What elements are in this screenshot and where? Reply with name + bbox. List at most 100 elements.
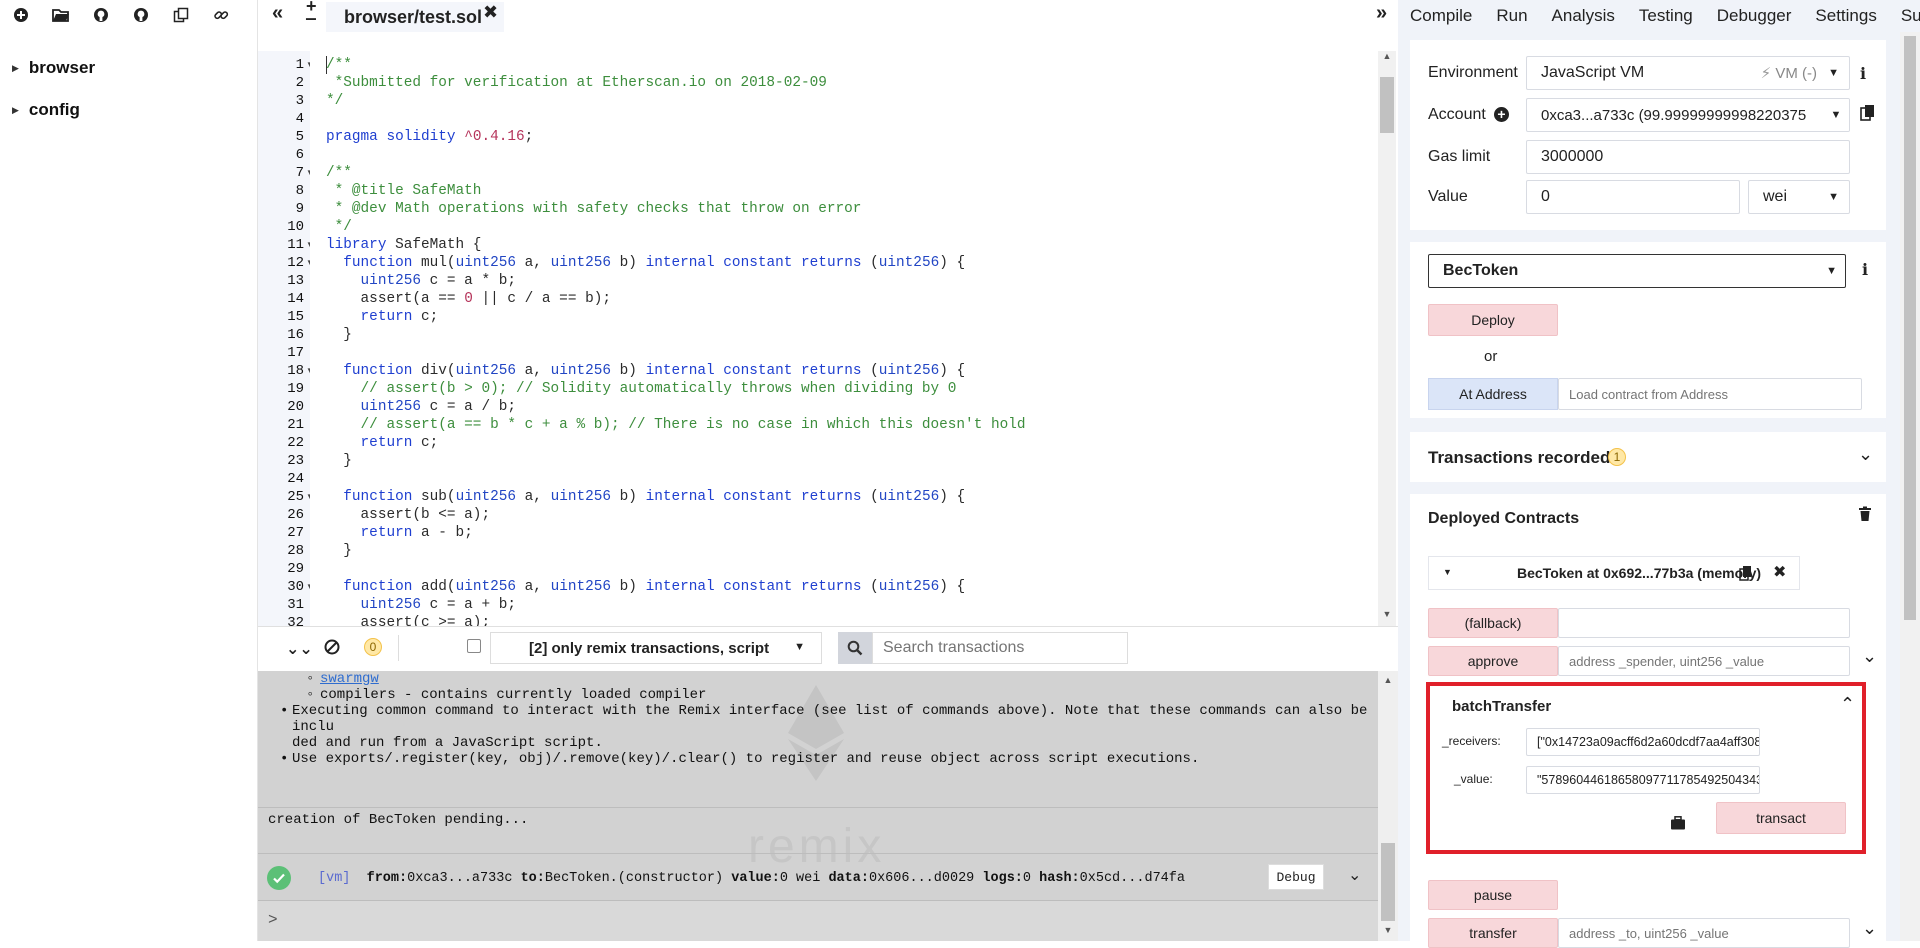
value-input[interactable]: 0 <box>1526 180 1740 214</box>
caret-right-icon: ▶ <box>12 62 19 73</box>
clipboard-briefcase-icon[interactable] <box>1670 816 1686 830</box>
tx-data: 0x606...d0029 <box>868 871 975 886</box>
transfer-input[interactable] <box>1558 918 1850 948</box>
deploy-button[interactable]: Deploy <box>1428 304 1558 336</box>
line-number: 4 <box>295 111 304 127</box>
receivers-input[interactable]: ["0x14723a09acff6d2a60dcdf7aa4aff308fddc… <box>1526 728 1760 756</box>
value-unit-select[interactable]: wei ▼ <box>1748 180 1850 214</box>
info-icon[interactable]: i <box>1860 64 1866 83</box>
contract-select[interactable]: BecToken ▼ <box>1428 254 1846 288</box>
value-param-input[interactable]: "578960446186580977117854925043439539266… <box>1526 766 1760 794</box>
tx-from: 0xca3...a733c <box>407 871 513 886</box>
terminal-scrollbar[interactable]: ▲ ▼ <box>1378 671 1398 941</box>
clear-console-icon[interactable] <box>324 639 340 655</box>
tab-debugger[interactable]: Debugger <box>1705 0 1804 32</box>
account-value: 0xca3...a733c (99.99999999998220375 <box>1541 106 1807 124</box>
transactions-recorded-card[interactable]: Transactions recorded: 1 ⌄ <box>1410 432 1886 482</box>
debug-button[interactable]: Debug <box>1268 864 1324 890</box>
github-gist-icon[interactable] <box>132 6 150 24</box>
chevron-down-icon[interactable]: ⌄ <box>1348 865 1361 885</box>
create-file-icon[interactable] <box>12 6 30 24</box>
close-instance-icon[interactable]: ✖ <box>1773 562 1786 582</box>
scroll-down-icon[interactable]: ▼ <box>1378 925 1398 935</box>
transact-button[interactable]: transact <box>1716 802 1846 834</box>
gas-limit-input[interactable]: 3000000 <box>1526 140 1850 174</box>
copy-address-icon[interactable] <box>1739 565 1753 581</box>
contract-instance-header[interactable]: ▼ BecToken at 0x692...77b3a (memory) ✖ <box>1428 556 1800 590</box>
close-tab-icon[interactable]: ✖ <box>483 2 498 23</box>
search-icon[interactable] <box>838 632 872 664</box>
code-editor[interactable]: /** *Submitted for verification at Ether… <box>310 51 1378 626</box>
right-scrollbar[interactable] <box>1900 32 1920 941</box>
approve-button[interactable]: approve <box>1428 646 1558 676</box>
line-number: 30 <box>287 579 304 595</box>
editor-scrollbar[interactable]: ▲ ▼ <box>1378 51 1396 626</box>
tab-settings[interactable]: Settings <box>1803 0 1888 32</box>
tx-recorded-badge: 1 <box>1608 448 1626 466</box>
tree-folder-browser[interactable]: ▶ browser <box>12 58 95 78</box>
tx-filter-select[interactable]: [2] only remix transactions, script ▼ <box>490 632 822 664</box>
fallback-input[interactable] <box>1558 608 1850 638</box>
pause-button[interactable]: pause <box>1428 880 1558 910</box>
contract-deploy-card: BecToken ▼ i Deploy or At Address <box>1410 242 1886 418</box>
tab-testing[interactable]: Testing <box>1627 0 1705 32</box>
copy-files-icon[interactable] <box>172 6 190 24</box>
approve-input[interactable] <box>1558 646 1850 676</box>
help-line: ded and run from a JavaScript script. <box>292 735 603 751</box>
connect-localhost-icon[interactable] <box>212 6 230 24</box>
prompt-symbol: > <box>268 911 278 929</box>
chevron-down-icon: ▼ <box>794 641 805 653</box>
tx-value: 0 wei <box>779 871 821 886</box>
tree-folder-config[interactable]: ▶ config <box>12 100 80 120</box>
tx-log-row[interactable]: [vm] from:0xca3...a733c to:BecToken.(con… <box>258 854 1378 904</box>
editor-file-tab[interactable]: browser/test.sol ✖ <box>326 2 505 32</box>
github-publish-icon[interactable] <box>92 6 110 24</box>
open-folder-icon[interactable] <box>52 6 70 24</box>
caret-down-icon[interactable]: ▼ <box>1443 567 1452 577</box>
line-number: 29 <box>287 561 304 577</box>
deployed-contracts-title: Deployed Contracts <box>1428 510 1580 527</box>
scroll-down-icon[interactable]: ▼ <box>1378 609 1396 621</box>
line-number: 10 <box>287 219 304 235</box>
scroll-up-icon[interactable]: ▲ <box>1378 51 1396 63</box>
line-number: 27 <box>287 525 304 541</box>
trash-icon[interactable] <box>1858 506 1872 522</box>
chevron-down-icon[interactable]: ⌄ <box>1858 444 1873 465</box>
value-label: Value <box>1428 188 1468 205</box>
swarmgw-link[interactable]: swarmgw <box>320 671 379 687</box>
line-number: 20 <box>287 399 304 415</box>
terminal-toolbar: ⌄⌄ 0 [2] only remix transactions, script… <box>258 626 1398 671</box>
line-number: 23 <box>287 453 304 469</box>
editor-scroll-thumb[interactable] <box>1380 77 1394 133</box>
tab-analysis[interactable]: Analysis <box>1540 0 1627 32</box>
search-transactions-input[interactable] <box>872 632 1128 664</box>
tab-suppo[interactable]: Suppo <box>1889 0 1920 32</box>
collapse-left-icon[interactable]: « <box>272 2 283 25</box>
line-number: 16 <box>287 327 304 343</box>
info-icon[interactable]: i <box>1862 260 1868 279</box>
tab-compile[interactable]: Compile <box>1398 0 1484 32</box>
chevron-up-icon[interactable]: ⌃ <box>1840 694 1855 715</box>
collapse-right-panel-icon[interactable]: » <box>1376 2 1387 25</box>
chevron-down-icon[interactable]: ⌄ <box>1862 918 1877 939</box>
line-number: 18 <box>287 363 304 379</box>
right-scroll-thumb[interactable] <box>1904 36 1916 620</box>
fallback-button[interactable]: (fallback) <box>1428 608 1558 638</box>
terminal-prompt[interactable]: > <box>258 900 1378 941</box>
add-account-icon[interactable]: + <box>1494 107 1509 122</box>
listen-network-checkbox[interactable] <box>467 639 481 653</box>
chevron-down-icon[interactable]: ⌄ <box>1862 646 1877 667</box>
environment-select[interactable]: JavaScript VM ⚡ VM (-) ▼ <box>1526 56 1850 90</box>
at-address-input[interactable] <box>1558 378 1862 410</box>
tx-value-label: value: <box>731 871 780 886</box>
transfer-button[interactable]: transfer <box>1428 918 1558 948</box>
terminal-scroll-thumb[interactable] <box>1381 843 1395 921</box>
expand-right-icon[interactable]: + ‒ <box>306 0 317 27</box>
tab-run[interactable]: Run <box>1484 0 1540 32</box>
account-select[interactable]: 0xca3...a733c (99.99999999998220375 ▼ <box>1526 98 1850 132</box>
at-address-button[interactable]: At Address <box>1428 378 1558 410</box>
copy-address-icon[interactable] <box>1860 104 1876 122</box>
tree-label: browser <box>28 58 96 77</box>
toggle-terminal-icon[interactable]: ⌄⌄ <box>286 639 313 659</box>
scroll-up-icon[interactable]: ▲ <box>1378 675 1398 685</box>
